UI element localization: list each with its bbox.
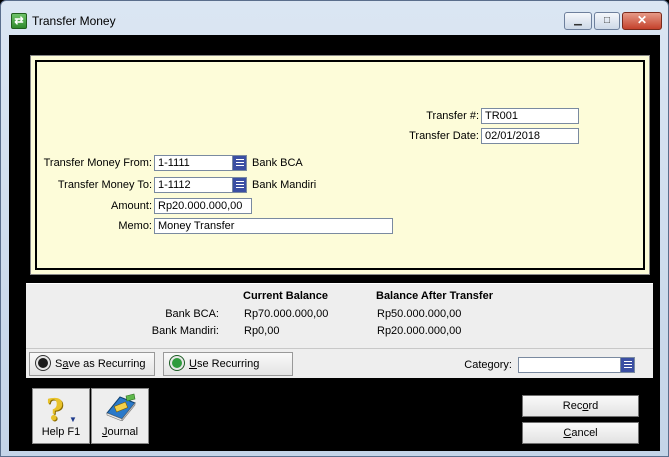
journal-button[interactable]: Journal (91, 388, 149, 444)
balance-summary-panel: Current Balance Balance After Transfer B… (26, 283, 653, 348)
title-bar[interactable]: ⇄ Transfer Money ▁ □ ✕ (1, 1, 668, 35)
balance-row-current: Rp0,00 (244, 325, 280, 337)
transfer-no-field[interactable]: TR001 (481, 108, 579, 124)
journal-book-icon (106, 393, 136, 421)
balance-row-current: Rp70.000.000,00 (244, 308, 329, 320)
amount-label: Amount: (111, 200, 152, 212)
balance-row-label: Bank BCA: (165, 308, 219, 320)
cancel-button[interactable]: Cancel (522, 422, 639, 444)
minimize-button[interactable]: ▁ (564, 12, 592, 30)
use-recurring-icon (170, 356, 184, 371)
balance-row-after: Rp20.000.000,00 (377, 325, 462, 337)
recurring-toolbar: Save as Recurring Use Recurring Category… (26, 348, 653, 378)
transfer-to-field[interactable]: 1-1112 (154, 177, 247, 193)
bottom-bar: ? ▼ Help F1 Journal Record Cancel (9, 380, 660, 451)
memo-label: Memo: (118, 220, 152, 232)
balance-row-label: Bank Mandiri: (151, 325, 219, 337)
amount-field[interactable]: Rp20.000.000,00 (154, 198, 252, 214)
category-select[interactable] (518, 357, 635, 373)
maximize-button[interactable]: □ (594, 12, 620, 30)
transfer-from-label: Transfer Money From: (43, 157, 152, 169)
transfer-to-label: Transfer Money To: (57, 179, 152, 191)
transfer-no-label: Transfer #: (426, 110, 479, 122)
list-dropdown-icon[interactable] (232, 178, 246, 192)
transfer-form-panel: Transfer #: TR001 Transfer Date: 02/01/2… (30, 55, 650, 275)
help-question-icon: ? (46, 393, 64, 428)
help-button[interactable]: ? ▼ Help F1 (32, 388, 90, 444)
category-label: Category: (464, 359, 512, 371)
transfer-date-label: Transfer Date: (409, 130, 479, 142)
balance-row-after: Rp50.000.000,00 (377, 308, 462, 320)
close-button[interactable]: ✕ (622, 12, 662, 30)
window-title: Transfer Money (32, 14, 116, 28)
list-dropdown-icon[interactable] (232, 156, 246, 170)
chevron-down-icon: ▼ (69, 415, 77, 424)
save-recurring-icon (36, 356, 50, 371)
list-dropdown-icon[interactable] (620, 358, 634, 372)
current-balance-header: Current Balance (243, 290, 328, 302)
balance-after-header: Balance After Transfer (376, 290, 493, 302)
memo-field[interactable]: Money Transfer (154, 218, 393, 234)
transfer-date-field[interactable]: 02/01/2018 (481, 128, 579, 144)
use-recurring-button[interactable]: Use Recurring (163, 352, 293, 376)
record-button[interactable]: Record (522, 395, 639, 417)
transfer-money-window: ⇄ Transfer Money ▁ □ ✕ Transfer #: TR001… (0, 0, 669, 457)
transfer-from-field[interactable]: 1-1111 (154, 155, 247, 171)
client-area: Transfer #: TR001 Transfer Date: 02/01/2… (9, 35, 660, 451)
transfer-to-account-name: Bank Mandiri (252, 179, 317, 191)
transfer-from-account-name: Bank BCA (252, 157, 303, 169)
app-icon: ⇄ (11, 13, 27, 29)
save-as-recurring-button[interactable]: Save as Recurring (29, 352, 155, 376)
